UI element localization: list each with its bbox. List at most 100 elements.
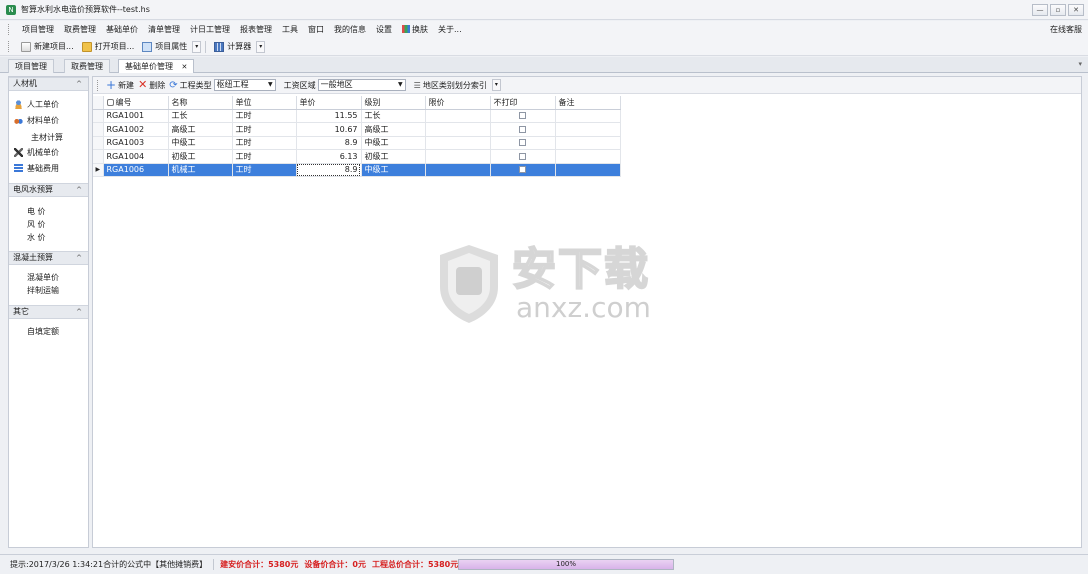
column-header-remark[interactable]: 备注 (555, 96, 621, 110)
table-row[interactable]: RGA1004 初级工 工时 6.13 初级工 (93, 149, 621, 164)
column-header-level[interactable]: 级别 (361, 96, 426, 110)
table-row-selected[interactable]: ▶ RGA1006 机械工 工时 8.9 中级工 (93, 163, 621, 177)
sidebar-item-labor-price[interactable]: 人工单价 (14, 99, 59, 110)
row-indicator-arrow[interactable]: ▶ (93, 163, 104, 177)
chevron-up-icon[interactable]: ^ (76, 252, 82, 264)
tab-base-price-management[interactable]: 基础单价管理 ✕ (118, 59, 195, 73)
restore-button[interactable]: ▫ (1050, 4, 1066, 16)
project-type-select[interactable]: 枢纽工程 ▼ (213, 79, 276, 91)
cell-unit[interactable]: 工时 (232, 149, 297, 164)
sidebar-item-base-cost[interactable]: 基础费用 (14, 163, 59, 174)
cell-remark[interactable] (555, 149, 621, 164)
column-header-price[interactable]: 单价 (296, 96, 362, 110)
menu-daywork[interactable]: 计日工管理 (185, 21, 235, 38)
no-print-checkbox[interactable] (519, 166, 526, 174)
column-header-limit-price[interactable]: 限价 (425, 96, 491, 110)
tabs-menu-icon[interactable]: ▾ (1078, 60, 1082, 68)
cell-limit-price[interactable] (425, 136, 491, 150)
cell-price[interactable]: 11.55 (296, 109, 362, 123)
close-button[interactable]: ✕ (1068, 4, 1084, 16)
cell-remark[interactable] (555, 136, 621, 150)
cell-level[interactable]: 高级工 (361, 122, 426, 137)
cell-unit[interactable]: 工时 (232, 109, 297, 123)
menu-base-price[interactable]: 基础单价 (101, 21, 143, 38)
sidebar-group-power-wind-water[interactable]: 电风水预算 ^ (9, 183, 88, 197)
no-print-checkbox[interactable] (519, 112, 526, 120)
minimize-button[interactable]: — (1032, 4, 1048, 16)
sidebar-item-power-price[interactable]: 电 价 (27, 206, 46, 217)
sidebar-item-main-material-calc[interactable]: 主材计算 (31, 132, 63, 143)
table-row[interactable]: RGA1001 工长 工时 11.55 工长 (93, 109, 621, 123)
cell-code[interactable]: RGA1003 (103, 136, 169, 150)
new-row-button[interactable]: + 新建 (106, 79, 134, 91)
cell-unit[interactable]: 工时 (232, 163, 297, 177)
cell-price[interactable]: 10.67 (296, 122, 362, 137)
row-indicator[interactable] (93, 136, 104, 150)
row-indicator[interactable] (93, 149, 104, 164)
new-project-button[interactable]: 新建项目... (17, 39, 78, 55)
column-header-code[interactable]: 编号 (103, 96, 169, 110)
menu-report[interactable]: 报表管理 (235, 21, 277, 38)
cell-no-print[interactable] (490, 109, 556, 123)
cell-name[interactable]: 高级工 (168, 122, 233, 137)
cell-level[interactable]: 中级工 (361, 136, 426, 150)
calculator-button[interactable]: 计算器 (210, 39, 255, 55)
cell-remark[interactable] (555, 122, 621, 137)
cell-code[interactable]: RGA1001 (103, 109, 169, 123)
cell-name[interactable]: 初级工 (168, 149, 233, 164)
menu-skin[interactable]: 换肤 (397, 21, 433, 38)
no-print-checkbox[interactable] (519, 125, 526, 133)
row-indicator[interactable] (93, 122, 104, 137)
table-row[interactable]: RGA1002 高级工 工时 10.67 高级工 (93, 122, 621, 137)
menu-project[interactable]: 项目管理 (17, 21, 59, 38)
cell-level[interactable]: 中级工 (361, 163, 426, 177)
sidebar-group-labor-material[interactable]: 人材机 ^ (9, 77, 88, 91)
column-header-no-print[interactable]: 不打印 (490, 96, 556, 110)
cell-code[interactable]: RGA1002 (103, 122, 169, 137)
sidebar-item-wind-price[interactable]: 风 价 (27, 219, 46, 230)
cell-limit-price[interactable] (425, 109, 491, 123)
cell-no-print[interactable] (490, 149, 556, 164)
close-icon[interactable]: ✕ (182, 63, 188, 71)
region-index-button[interactable]: ☰ 地区类别划分索引 (414, 80, 487, 91)
menu-fee[interactable]: 取费管理 (59, 21, 101, 38)
cell-code[interactable]: RGA1006 (103, 163, 169, 177)
project-props-dropdown[interactable]: ▾ (192, 40, 202, 53)
cell-level[interactable]: 工长 (361, 109, 426, 123)
cell-unit[interactable]: 工时 (232, 136, 297, 150)
table-row[interactable]: RGA1003 中级工 工时 8.9 中级工 (93, 136, 621, 150)
sidebar-group-concrete[interactable]: 混凝土预算 ^ (9, 251, 88, 265)
sidebar-item-custom-quota[interactable]: 自填定额 (27, 326, 59, 337)
online-service-link[interactable]: 在线客服 (1050, 21, 1082, 38)
column-header-unit[interactable]: 单位 (232, 96, 297, 110)
sidebar-group-other[interactable]: 其它 ^ (9, 305, 88, 319)
menu-settings[interactable]: 设置 (371, 21, 397, 38)
cell-name[interactable]: 机械工 (168, 163, 233, 177)
cell-code[interactable]: RGA1004 (103, 149, 169, 164)
sidebar-item-material-price[interactable]: 材料单价 (14, 115, 59, 126)
cell-price[interactable]: 6.13 (296, 149, 362, 164)
menu-my-info[interactable]: 我的信息 (329, 21, 371, 38)
cell-limit-price[interactable] (425, 149, 491, 164)
calculator-dropdown[interactable]: ▾ (256, 40, 266, 53)
region-index-dropdown[interactable]: ▾ (491, 79, 501, 91)
menu-about[interactable]: 关于... (433, 21, 467, 38)
no-print-checkbox[interactable] (519, 152, 526, 160)
sidebar-item-mixing-transport[interactable]: 拌制运输 (27, 285, 59, 296)
cell-name[interactable]: 工长 (168, 109, 233, 123)
cell-price-editing[interactable]: 8.9 (296, 163, 362, 177)
sidebar-item-concrete-unit-price[interactable]: 混凝单价 (27, 272, 59, 283)
cell-limit-price[interactable] (425, 163, 491, 177)
cell-remark[interactable] (555, 163, 621, 177)
cell-price[interactable]: 8.9 (296, 136, 362, 150)
cell-remark[interactable] (555, 109, 621, 123)
sidebar-item-machine-price[interactable]: 机械单价 (14, 147, 59, 158)
wage-area-select[interactable]: 一般地区 ▼ (317, 79, 406, 91)
row-indicator[interactable] (93, 109, 104, 123)
cell-unit[interactable]: 工时 (232, 122, 297, 137)
no-print-checkbox[interactable] (519, 139, 526, 147)
chevron-up-icon[interactable]: ^ (76, 306, 82, 318)
project-props-button[interactable]: 项目属性 (138, 39, 191, 55)
menu-window[interactable]: 窗口 (303, 21, 329, 38)
delete-row-button[interactable]: ✕ 删除 (138, 79, 165, 91)
